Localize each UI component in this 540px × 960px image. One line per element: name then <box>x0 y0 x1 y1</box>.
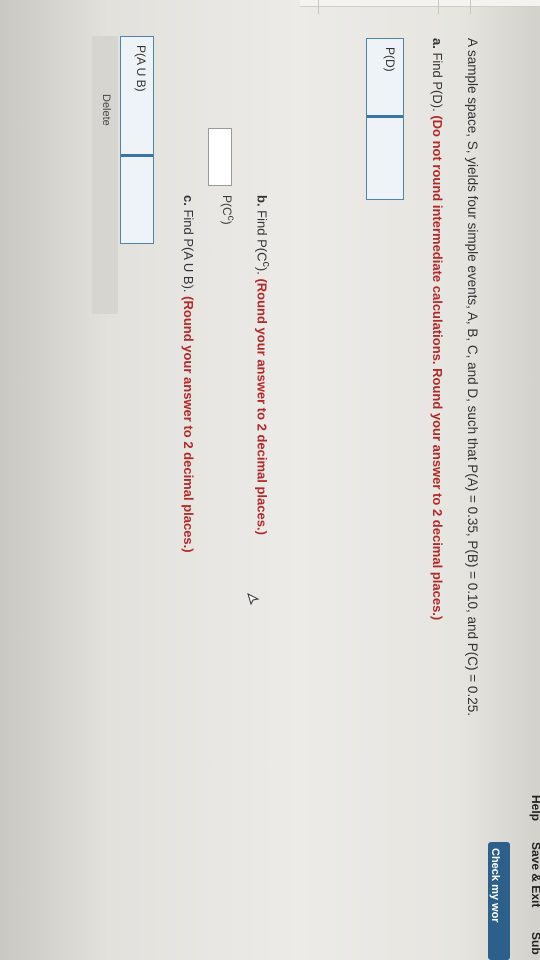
part-c-prefix: c. <box>181 195 196 206</box>
part-c-field-label: P(A U B) <box>134 45 148 92</box>
screen: Help Save & Exit Sub Check my wor A samp… <box>0 0 540 960</box>
part-a-instruction: (Do not round intermediate calculations.… <box>430 115 445 621</box>
question-intro-text: A sample space, S, yields four simple ev… <box>465 38 480 716</box>
mouse-cursor-icon <box>247 593 260 606</box>
delete-button[interactable]: Delete <box>100 94 112 126</box>
part-b-input[interactable] <box>208 128 232 186</box>
delete-label: Delete <box>100 94 112 126</box>
part-a-input[interactable] <box>369 119 401 197</box>
part-b-instruction: (Round your answer to 2 decimal places.) <box>254 278 270 535</box>
part-a-prompt: a. Find P(D). (Do not round intermediate… <box>430 38 445 620</box>
part-b-lead: Find P(C <box>254 206 270 262</box>
part-c-prompt: c. Find P(A U B). (Round your answer to … <box>181 195 196 553</box>
part-c-input[interactable] <box>123 158 151 242</box>
part-c-field-label-text: P(A U B) <box>134 45 148 92</box>
part-b-prompt: b. Find P(Cc). (Round your answer to 2 d… <box>255 195 272 535</box>
part-c-lead: Find P(A U B). <box>181 205 196 297</box>
part-a-field-label: P(D) <box>383 47 397 72</box>
tab-divider <box>470 0 471 14</box>
part-c-answer-table: P(A U B) <box>120 36 154 244</box>
part-b-tail: ). <box>254 266 270 279</box>
part-a-divider <box>367 115 403 118</box>
part-a-answer-table: P(D) <box>366 38 404 200</box>
part-b-field-label-text: P(C <box>220 195 234 216</box>
tab-divider <box>438 0 439 14</box>
check-my-work-button[interactable]: Check my wor <box>488 842 510 960</box>
top-tab-strip <box>300 0 540 7</box>
check-my-work-label: Check my wor <box>489 848 501 923</box>
help-label: Help <box>529 795 540 822</box>
submit-button[interactable]: Sub <box>529 932 540 955</box>
question-intro: A sample space, S, yields four simple ev… <box>465 38 480 716</box>
save-exit-label: Save & Exit <box>529 842 540 908</box>
part-b-prefix: b. <box>254 195 270 207</box>
help-button[interactable]: Help <box>529 795 540 821</box>
part-a-field-label-text: P(D) <box>383 47 397 72</box>
tab-divider <box>318 0 319 14</box>
part-b-field-label: P(Cc) <box>220 195 236 225</box>
part-a-prefix: a. <box>430 38 445 49</box>
delete-bar[interactable]: Delete <box>92 36 118 314</box>
save-exit-button[interactable]: Save & Exit <box>529 842 540 907</box>
part-c-divider <box>121 154 153 157</box>
submit-label: Sub <box>529 932 540 955</box>
part-c-instruction: (Round your answer to 2 decimal places.) <box>181 296 196 553</box>
part-b-field-tail: ) <box>220 220 234 225</box>
part-a-lead: Find P(D). <box>430 48 445 116</box>
